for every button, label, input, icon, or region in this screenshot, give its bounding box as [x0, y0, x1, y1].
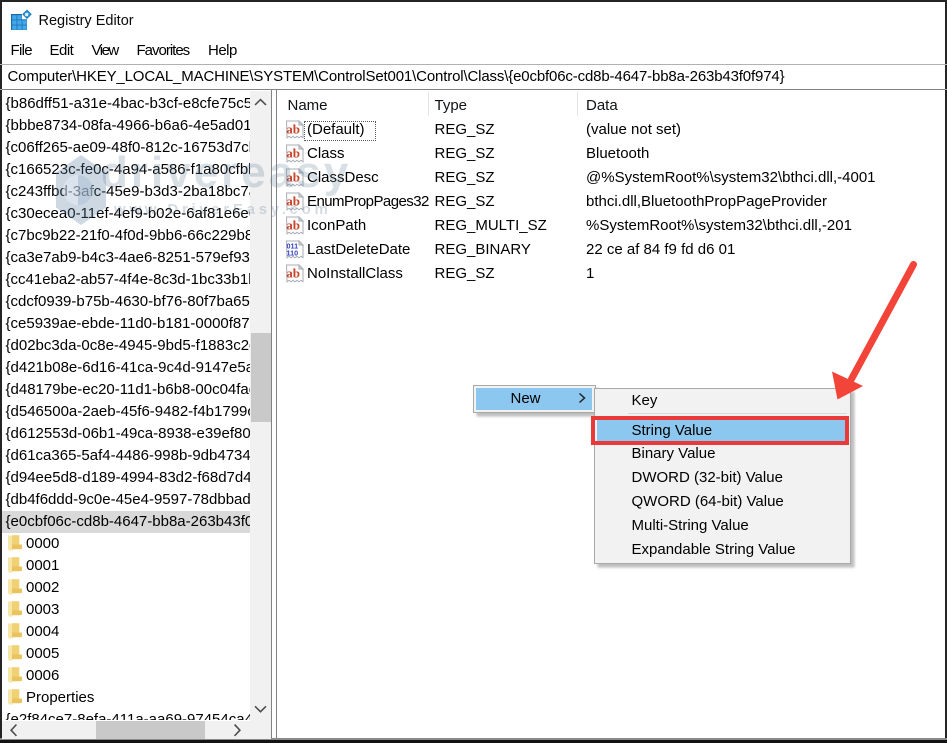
svg-text:ab: ab [286, 170, 300, 185]
svg-text:ab: ab [286, 218, 300, 233]
svg-text:ab: ab [286, 194, 300, 209]
svg-text:110: 110 [287, 249, 299, 258]
svg-text:ab: ab [286, 266, 300, 281]
svg-text:ab: ab [286, 146, 300, 161]
svg-text:ab: ab [286, 122, 300, 137]
